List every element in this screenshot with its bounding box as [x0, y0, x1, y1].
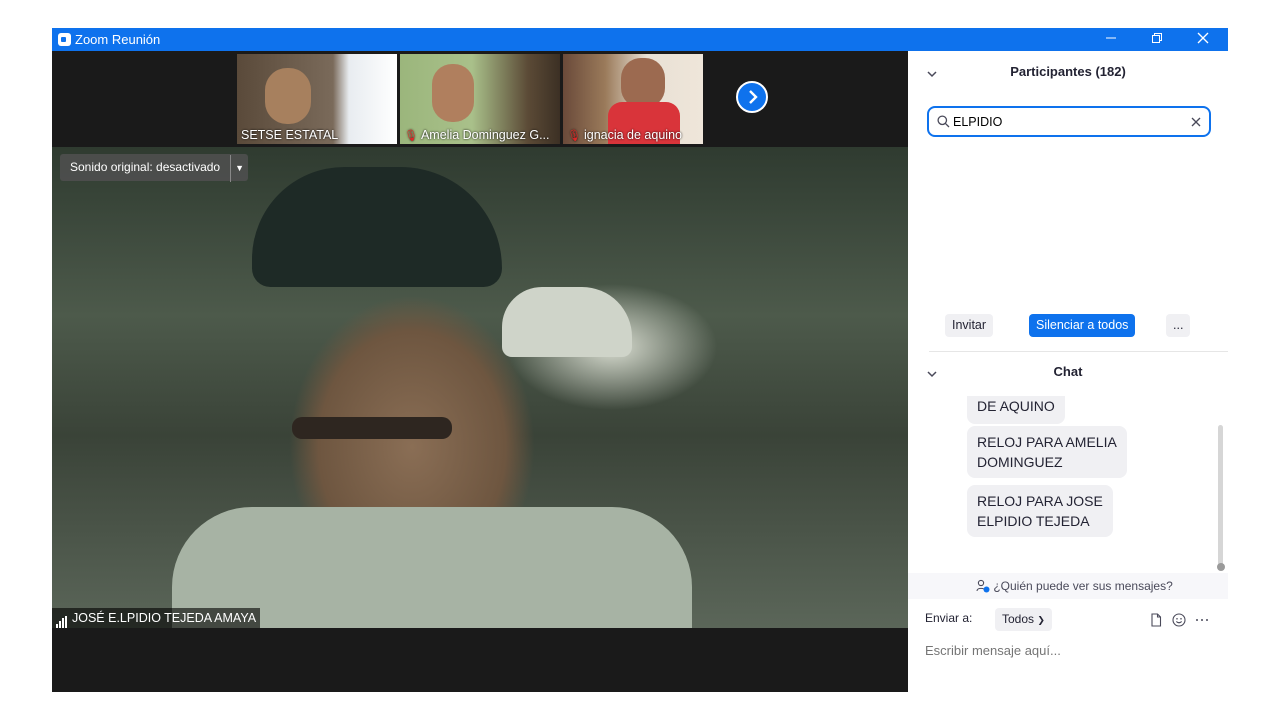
- person-info-icon: [976, 579, 990, 593]
- speaker-name-label: JOSÉ E.LPIDIO TEJEDA AMAYA: [52, 608, 261, 628]
- send-to-label: Enviar a:: [925, 611, 973, 625]
- thumbnail-name-row: 🎙 Amelia Dominguez G...: [404, 128, 550, 142]
- participant-face: [621, 58, 665, 108]
- chevron-right-icon: [749, 90, 758, 104]
- recipient-value: Todos: [1002, 612, 1035, 626]
- chat-message-text: DOMINGUEZ: [977, 454, 1063, 470]
- panel-divider: [929, 351, 1228, 352]
- original-sound-toggle[interactable]: Sonido original: desactivado ▼: [60, 154, 249, 182]
- thumbnail-setse-estatal[interactable]: SETSE ESTATAL: [237, 54, 397, 144]
- speaker-hair: [252, 167, 502, 287]
- clear-search-icon[interactable]: [1191, 117, 1201, 127]
- thumbnail-name: Amelia Dominguez G...: [420, 128, 550, 142]
- chat-message-text: DE AQUINO: [977, 398, 1055, 414]
- file-icon[interactable]: [1148, 612, 1164, 628]
- participants-title: Participantes (182): [1010, 64, 1126, 79]
- thumbnail-amelia-dominguez[interactable]: 🎙 Amelia Dominguez G...: [400, 54, 560, 144]
- original-sound-label: Sonido original: desactivado: [70, 160, 221, 174]
- mute-all-button[interactable]: Silenciar a todos: [1029, 314, 1136, 337]
- chevron-down-icon: ❯: [1037, 615, 1045, 625]
- thumbnail-name: SETSE ESTATAL: [241, 128, 339, 142]
- participant-face: [265, 68, 311, 124]
- send-to-row: Enviar a: Todos ❯: [925, 608, 1052, 631]
- thumbnail-name-row: 🎙 ignacia de aquino: [567, 128, 682, 142]
- participants-header: Participantes (182): [908, 51, 1228, 97]
- window-title: Zoom Reunión: [75, 32, 161, 47]
- video-area: SETSE ESTATAL 🎙 Amelia Dominguez G... 🎙 ig…: [52, 51, 908, 692]
- signal-strength-icon: [56, 608, 68, 628]
- scroll-thumb[interactable]: [1217, 563, 1225, 571]
- chat-title: Chat: [1053, 364, 1083, 379]
- close-icon: [1197, 32, 1209, 44]
- participant-face: [432, 64, 474, 122]
- muted-mic-icon: 🎙: [404, 130, 418, 142]
- next-page-button[interactable]: [736, 81, 768, 113]
- restore-button[interactable]: [1134, 28, 1180, 51]
- chat-message-input[interactable]: [925, 639, 1215, 661]
- dropdown-caret-icon[interactable]: ▼: [230, 155, 248, 182]
- invite-button[interactable]: Invitar: [945, 314, 994, 337]
- chat-message-text: ELPIDIO TEJEDA: [977, 513, 1090, 529]
- active-speaker-video: Sonido original: desactivado ▼ JOSÉ E.LPI…: [52, 147, 908, 628]
- title-bar: Zoom Reunión: [52, 28, 1228, 51]
- search-input[interactable]: [953, 112, 1183, 132]
- chat-message: RELOJ PARA AMELIA DOMINGUEZ: [967, 426, 1127, 478]
- chat-message: DE AQUINO: [967, 396, 1065, 424]
- speaker-name: JOSÉ E.LPIDIO TEJEDA AMAYA: [72, 611, 257, 625]
- emoji-icon[interactable]: [1171, 612, 1187, 628]
- who-can-see-text: ¿Quién puede ver sus mensajes?: [993, 579, 1173, 593]
- recipient-dropdown[interactable]: Todos ❯: [995, 608, 1052, 631]
- participant-search[interactable]: [927, 106, 1211, 137]
- close-window-button[interactable]: [1180, 28, 1226, 51]
- more-icon[interactable]: [1194, 612, 1210, 628]
- speaker-mustache: [292, 417, 452, 439]
- minimize-button[interactable]: [1088, 28, 1134, 51]
- zoom-app-icon: [58, 33, 71, 46]
- thumbnail-ignacia-de-aquino[interactable]: 🎙 ignacia de aquino: [563, 54, 703, 144]
- chat-message-text: RELOJ PARA AMELIA: [977, 434, 1117, 450]
- shelf-toy-car: [502, 287, 632, 357]
- who-can-see-bar[interactable]: ¿Quién puede ver sus mensajes?: [908, 573, 1228, 599]
- search-icon: [937, 115, 950, 128]
- restore-icon: [1152, 33, 1162, 43]
- chat-message-text: RELOJ PARA JOSE: [977, 493, 1103, 509]
- minimize-icon: [1106, 37, 1116, 39]
- zoom-window: Zoom Reunión SETSE ESTATAL 🎙 Amelia Domin…: [52, 28, 1228, 692]
- chat-message-list[interactable]: DE AQUINO RELOJ PARA AMELIA DOMINGUEZ RE…: [908, 396, 1216, 571]
- chat-scrollbar[interactable]: [1218, 425, 1223, 568]
- more-options-button[interactable]: ...: [1166, 314, 1191, 337]
- muted-mic-icon: 🎙: [567, 130, 581, 142]
- chat-message: RELOJ PARA JOSE ELPIDIO TEJEDA: [967, 485, 1113, 537]
- side-panel: Participantes (182) Invitar Silenciar a …: [908, 51, 1228, 692]
- thumbnail-name: ignacia de aquino: [583, 128, 682, 142]
